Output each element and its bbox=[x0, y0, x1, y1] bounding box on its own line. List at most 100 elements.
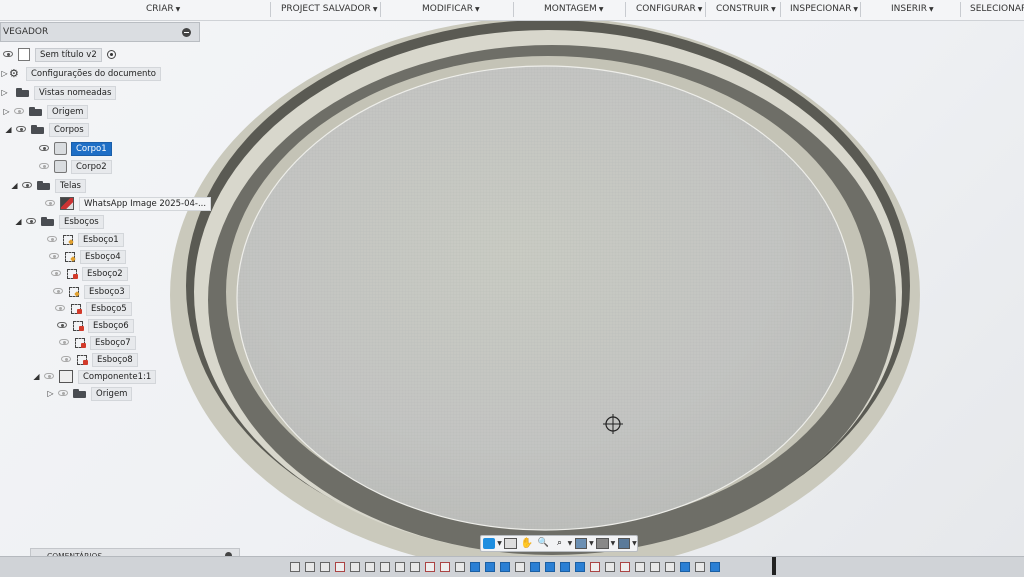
timeline-feature-icon[interactable] bbox=[530, 562, 540, 572]
menu-inserir[interactable]: INSERIR ▼ bbox=[891, 4, 934, 14]
timeline-feature-icon[interactable] bbox=[545, 562, 555, 572]
collapse-arrow-icon[interactable]: ◢ bbox=[14, 217, 23, 226]
tree-canvas-1[interactable]: WhatsApp Image 2025-04-... bbox=[42, 196, 212, 211]
grid-icon[interactable] bbox=[596, 538, 609, 549]
timeline-feature-icon[interactable] bbox=[320, 562, 330, 572]
look-at-icon[interactable] bbox=[504, 538, 517, 549]
eye-icon[interactable] bbox=[15, 125, 28, 134]
caret-down-icon[interactable]: ▼ bbox=[497, 540, 502, 547]
timeline-feature-icon[interactable] bbox=[305, 562, 315, 572]
eye-icon[interactable] bbox=[44, 199, 57, 208]
browser-root[interactable]: Sem título v2 bbox=[0, 47, 116, 62]
timeline-feature-icon[interactable] bbox=[680, 562, 690, 572]
tree-sketch[interactable]: Esboço6 bbox=[54, 318, 134, 333]
tree-sketch[interactable]: Esboço4 bbox=[46, 249, 126, 264]
tree-named-views[interactable]: ▷ Vistas nomeadas bbox=[0, 85, 117, 100]
tree-sketch[interactable]: Esboço3 bbox=[50, 284, 130, 299]
tree-sketch[interactable]: Esboço2 bbox=[48, 266, 128, 281]
eye-icon[interactable] bbox=[56, 321, 69, 330]
expand-icon[interactable]: ▷ bbox=[0, 69, 9, 78]
collapse-arrow-icon[interactable]: ◢ bbox=[4, 125, 13, 134]
eye-icon[interactable] bbox=[43, 372, 56, 381]
menu-criar[interactable]: CRIAR ▼ bbox=[146, 4, 180, 14]
eye-icon[interactable] bbox=[50, 269, 63, 278]
eye-icon[interactable] bbox=[58, 338, 71, 347]
timeline-feature-icon[interactable] bbox=[290, 562, 300, 572]
menu-construir[interactable]: CONSTRUIR ▼ bbox=[716, 4, 776, 14]
zoom-icon[interactable]: 🔍 bbox=[537, 538, 549, 549]
timeline-feature-icon[interactable] bbox=[380, 562, 390, 572]
timeline-feature-icon[interactable] bbox=[575, 562, 585, 572]
tree-canvases[interactable]: ◢ Telas bbox=[10, 178, 86, 193]
timeline-feature-icon[interactable] bbox=[515, 562, 525, 572]
tree-bodies[interactable]: ◢ Corpos bbox=[4, 122, 89, 137]
menu-modificar[interactable]: MODIFICAR ▼ bbox=[422, 4, 480, 14]
eye-icon[interactable] bbox=[57, 389, 70, 398]
tree-component-origin[interactable]: ▷ Origem bbox=[46, 386, 133, 401]
timeline-feature-icon[interactable] bbox=[455, 562, 465, 572]
menu-montagem[interactable]: MONTAGEM ▼ bbox=[544, 4, 603, 14]
eye-icon[interactable] bbox=[52, 287, 65, 296]
eye-icon[interactable] bbox=[38, 144, 51, 153]
tree-origin[interactable]: ▷ Origem bbox=[2, 104, 89, 119]
timeline-feature-icon[interactable] bbox=[650, 562, 660, 572]
timeline-feature-icon[interactable] bbox=[485, 562, 495, 572]
timeline-feature-icon[interactable] bbox=[410, 562, 420, 572]
caret-down-icon[interactable]: ▼ bbox=[589, 540, 594, 547]
tree-label-selected[interactable]: Corpo1 bbox=[71, 141, 112, 156]
tree-sketch[interactable]: Esboço7 bbox=[56, 335, 136, 350]
menu-project-salvador[interactable]: PROJECT SALVADOR ▼ bbox=[281, 4, 377, 14]
tree-sketches[interactable]: ◢ Esboços bbox=[14, 214, 104, 229]
caret-down-icon[interactable]: ▼ bbox=[632, 540, 637, 547]
timeline-marker[interactable] bbox=[772, 557, 776, 575]
pan-icon[interactable]: ✋ bbox=[521, 538, 533, 549]
tree-body-2[interactable]: Corpo2 bbox=[36, 159, 112, 174]
eye-icon[interactable] bbox=[2, 50, 15, 59]
caret-down-icon[interactable]: ▼ bbox=[568, 540, 573, 547]
timeline-feature-icon[interactable] bbox=[560, 562, 570, 572]
eye-icon[interactable] bbox=[54, 304, 67, 313]
menu-inspecionar[interactable]: INSPECIONAR ▼ bbox=[790, 4, 858, 14]
timeline-feature-icon[interactable] bbox=[440, 562, 450, 572]
timeline-feature-icon[interactable] bbox=[665, 562, 675, 572]
timeline-feature-icon[interactable] bbox=[710, 562, 720, 572]
tree-sketch[interactable]: Esboço5 bbox=[52, 301, 132, 316]
timeline-feature-icon[interactable] bbox=[470, 562, 480, 572]
timeline-feature-icon[interactable] bbox=[635, 562, 645, 572]
eye-icon[interactable] bbox=[21, 181, 34, 190]
timeline-feature-icon[interactable] bbox=[695, 562, 705, 572]
timeline-feature-icon[interactable] bbox=[605, 562, 615, 572]
fit-icon[interactable]: ⌕ bbox=[553, 538, 565, 549]
collapse-arrow-icon[interactable]: ◢ bbox=[10, 181, 19, 190]
tree-sketch[interactable]: Esboço1 bbox=[44, 232, 124, 247]
eye-icon[interactable] bbox=[60, 355, 73, 364]
document-name[interactable]: Sem título v2 bbox=[35, 47, 102, 62]
timeline-feature-icon[interactable] bbox=[500, 562, 510, 572]
timeline-feature-icon[interactable] bbox=[425, 562, 435, 572]
orbit-icon[interactable] bbox=[483, 538, 496, 549]
expand-icon[interactable]: ▷ bbox=[46, 389, 55, 398]
tree-sketch[interactable]: Esboço8 bbox=[58, 352, 138, 367]
caret-down-icon[interactable]: ▼ bbox=[611, 540, 616, 547]
eye-icon[interactable] bbox=[25, 217, 38, 226]
eye-icon[interactable] bbox=[13, 107, 26, 116]
eye-icon[interactable] bbox=[38, 162, 51, 171]
expand-icon[interactable]: ▷ bbox=[2, 107, 11, 116]
collapse-arrow-icon[interactable]: ◢ bbox=[32, 372, 41, 381]
tree-component[interactable]: ◢ Componente1:1 bbox=[32, 369, 157, 384]
display-settings-icon[interactable] bbox=[574, 538, 588, 549]
active-radio-icon[interactable] bbox=[106, 50, 116, 59]
timeline-feature-icon[interactable] bbox=[350, 562, 360, 572]
timeline-feature-icon[interactable] bbox=[335, 562, 345, 572]
timeline-feature-icon[interactable] bbox=[395, 562, 405, 572]
timeline-feature-icon[interactable] bbox=[590, 562, 600, 572]
tree-doc-settings[interactable]: ▷ ⚙ Configurações do documento bbox=[0, 66, 161, 81]
menu-selecionar[interactable]: SELECIONAR▼ bbox=[970, 4, 1024, 14]
expand-icon[interactable]: ▷ bbox=[0, 88, 9, 97]
timeline-feature-icon[interactable] bbox=[620, 562, 630, 572]
collapse-icon[interactable] bbox=[182, 28, 191, 37]
viewports-icon[interactable] bbox=[617, 538, 631, 549]
timeline-feature-icon[interactable] bbox=[365, 562, 375, 572]
tree-body-1[interactable]: Corpo1 bbox=[36, 141, 112, 156]
eye-icon[interactable] bbox=[46, 235, 59, 244]
